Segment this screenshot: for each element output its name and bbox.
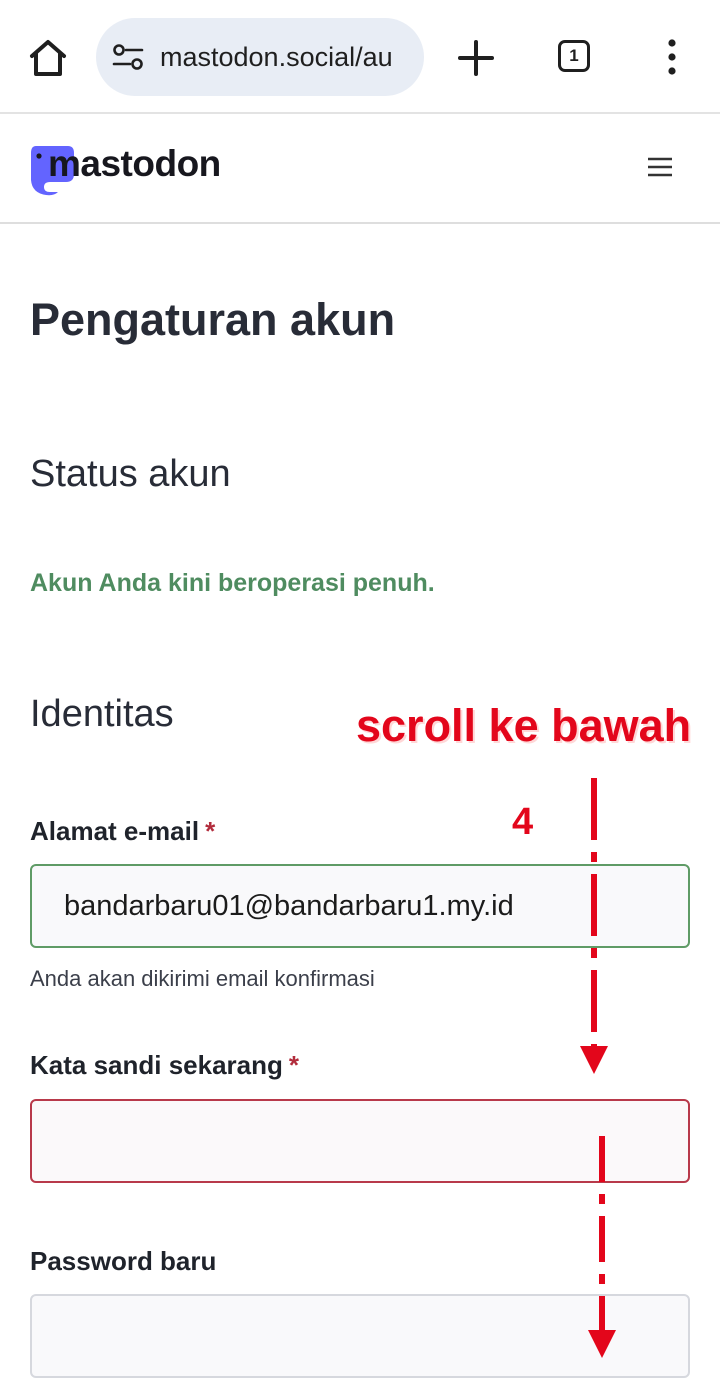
- logo-wordmark: mastodon: [48, 143, 221, 184]
- section-heading-status: Status akun: [30, 453, 231, 495]
- new-password-label-text: Password baru: [30, 1246, 217, 1276]
- site-settings-icon[interactable]: [112, 43, 144, 71]
- address-bar[interactable]: mastodon.social/au: [96, 18, 424, 96]
- browser-toolbar: mastodon.social/au 1: [0, 0, 720, 114]
- mastodon-logo[interactable]: mastodon: [28, 142, 238, 206]
- new-tab-icon[interactable]: [456, 38, 496, 78]
- hamburger-icon[interactable]: [646, 154, 674, 180]
- account-status-message: Akun Anda kini beroperasi penuh.: [30, 569, 435, 597]
- required-mark: *: [205, 816, 216, 846]
- new-password-label: Password baru: [30, 1244, 216, 1278]
- section-heading-identity: Identitas: [30, 693, 174, 735]
- down-arrow-icon: [588, 1136, 616, 1358]
- site-header: mastodon: [0, 114, 720, 224]
- required-mark: *: [288, 1050, 300, 1080]
- scroll-annotation: scroll ke bawah: [356, 700, 692, 751]
- down-arrow-icon: [580, 778, 608, 1074]
- tab-switcher-icon[interactable]: 1: [558, 40, 590, 72]
- home-icon[interactable]: [26, 36, 70, 80]
- more-menu-icon[interactable]: [660, 38, 684, 78]
- url-text[interactable]: mastodon.social/au: [160, 40, 410, 74]
- current-password-label: Kata sandi sekarang *: [30, 1048, 299, 1082]
- page-title: Pengaturan akun: [30, 294, 396, 345]
- email-hint: Anda akan dikirimi email konfirmasi: [30, 966, 375, 991]
- current-password-label-text: Kata sandi sekarang: [30, 1050, 283, 1080]
- email-label: Alamat e-mail *: [30, 814, 215, 848]
- email-label-text: Alamat e-mail: [30, 816, 200, 846]
- step-number-annotation: 4: [512, 801, 534, 843]
